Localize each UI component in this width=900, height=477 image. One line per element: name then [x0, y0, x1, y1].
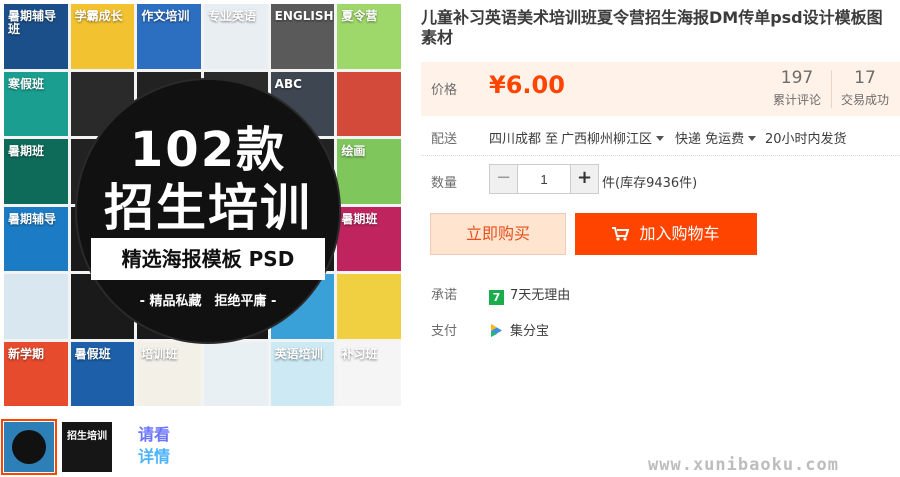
gallery-tile-text: 专业英语 [208, 9, 257, 23]
gallery-tile: 专业英语 [204, 4, 268, 69]
shipping-destination-select[interactable]: 广西柳州柳江区 [561, 128, 668, 147]
stock-info: 件(库存9436件) [602, 176, 698, 191]
add-to-cart-label: 加入购物车 [639, 224, 720, 243]
stat-divider [831, 70, 832, 108]
quantity-label: 数量 [431, 176, 458, 191]
gallery-tile-text: 暑期辅导 [8, 211, 57, 226]
thumbnail-2[interactable]: 招生培训 [62, 422, 112, 472]
gallery-tile-text: 补习班 [341, 346, 378, 361]
price-box: 价格 ¥6.00 197 累计评论 17 交易成功 [421, 62, 900, 116]
chevron-down-icon [656, 136, 665, 141]
promise-value: 7天无理由 [510, 288, 571, 303]
add-to-cart-button[interactable]: 加入购物车 [575, 213, 757, 255]
thumbnail-1[interactable] [1, 419, 57, 475]
gallery-tile-text: 作文培训 [141, 9, 190, 23]
gallery-tile: 暑期班 [337, 206, 401, 271]
thumbnail-2-text: 招生培训 [67, 431, 107, 442]
payment-value: 集分宝 [510, 324, 550, 339]
gallery-tile: 绘画 [337, 139, 401, 204]
shipping-from: 四川成都 至 [489, 132, 559, 147]
review-label: 累计评论 [772, 93, 821, 107]
price-value: ¥6.00 [489, 71, 565, 99]
gallery-tile [4, 274, 68, 339]
product-title: 儿童补习英语美术培训班夏令营招生海报DM传单psd设计模板图素材 [421, 8, 883, 47]
deal-label: 交易成功 [840, 93, 889, 107]
gallery-tile-text: ABC [274, 76, 302, 91]
gallery-tile-text: ENGLISH [274, 9, 334, 23]
shipping-destination: 广西柳州柳江区 [561, 132, 653, 147]
jifenbao-icon [491, 324, 502, 337]
gallery-tile: 英语培训 [270, 341, 335, 406]
see-detail-link[interactable]: 请看 详情 [138, 424, 178, 468]
gallery-tile-text: 培训班 [141, 346, 178, 361]
gallery-tile-text: 新学期 [8, 346, 45, 361]
see-detail-line1: 请看 [138, 425, 171, 444]
cover-badge: 102款 招生培训 精选海报模板 PSD - 精品私藏 拒绝平庸 - [77, 80, 339, 342]
gallery-tile-text: 夏令营 [341, 9, 378, 23]
quantity-increase-button[interactable]: + [571, 165, 598, 193]
see-detail-line2: 详情 [138, 447, 171, 466]
gallery-tile-text: 学霸成长 [74, 9, 123, 23]
gallery-tile: 补习班 [337, 341, 401, 406]
payment-item[interactable]: 集分宝 [489, 320, 549, 339]
gallery-tile: 暑期辅导 [4, 206, 68, 271]
deal-count: 17 [854, 68, 876, 88]
quantity-input[interactable] [517, 165, 571, 193]
review-stat[interactable]: 197 累计评论 [769, 68, 825, 108]
gallery-tile-text: 暑期辅导班 [8, 9, 57, 37]
price-label: 价格 [431, 83, 458, 98]
dispatch-time: 20小时内发货 [765, 132, 847, 147]
shipping-label: 配送 [431, 132, 458, 147]
gallery-tile: 寒假班 [4, 71, 68, 136]
gallery-tile-text: 暑期班 [8, 144, 45, 158]
gallery-tile: 暑期辅导班 [4, 4, 68, 69]
gallery-tile-text: 绘画 [341, 144, 366, 158]
gallery-tile [204, 341, 268, 406]
cart-icon [612, 227, 630, 241]
review-count: 197 [780, 68, 814, 88]
cover-main-title: 招生培训 [104, 179, 312, 237]
promise-item[interactable]: 7 7天无理由 [489, 284, 570, 305]
seven-day-return-icon: 7 [489, 290, 504, 305]
thumbnail-strip: 招生培训 [1, 419, 112, 475]
gallery-tile: 暑期班 [4, 139, 68, 204]
divider [421, 155, 900, 156]
gallery-tile: 作文培训 [137, 4, 201, 69]
quantity-decrease-button[interactable]: − [490, 165, 517, 193]
gallery-tile: 暑假班 [70, 341, 135, 406]
gallery-tile: 培训班 [137, 341, 201, 406]
gallery-tile: 学霸成长 [70, 4, 135, 69]
gallery-tile: 新学期 [4, 341, 68, 406]
gallery-tile: ENGLISH [270, 4, 335, 69]
deal-stat: 17 交易成功 [837, 68, 893, 108]
watermark-text: www.xunibaoku.com [648, 455, 839, 475]
gallery-tile [337, 71, 401, 136]
promise-label: 承诺 [431, 288, 458, 303]
gallery-tile-text: 暑期班 [341, 211, 378, 226]
chevron-down-icon [748, 136, 757, 141]
cover-bar: 精选海报模板 PSD [91, 238, 325, 280]
shipping-method: 快递 免运费 [675, 132, 745, 147]
shipping-method-select[interactable]: 快递 免运费 [675, 128, 760, 147]
gallery-tile-text: 英语培训 [274, 346, 323, 361]
gallery-tile: 夏令营 [337, 4, 401, 69]
gallery-tile-text: 暑假班 [74, 346, 111, 361]
quantity-stepper: − + [489, 164, 599, 194]
gallery-tile-text: 寒假班 [8, 76, 45, 91]
buy-now-button[interactable]: 立即购买 [430, 213, 566, 255]
payment-label: 支付 [431, 324, 458, 339]
cover-subtitle: - 精品私藏 拒绝平庸 - [139, 294, 277, 309]
gallery-tile [337, 274, 401, 339]
